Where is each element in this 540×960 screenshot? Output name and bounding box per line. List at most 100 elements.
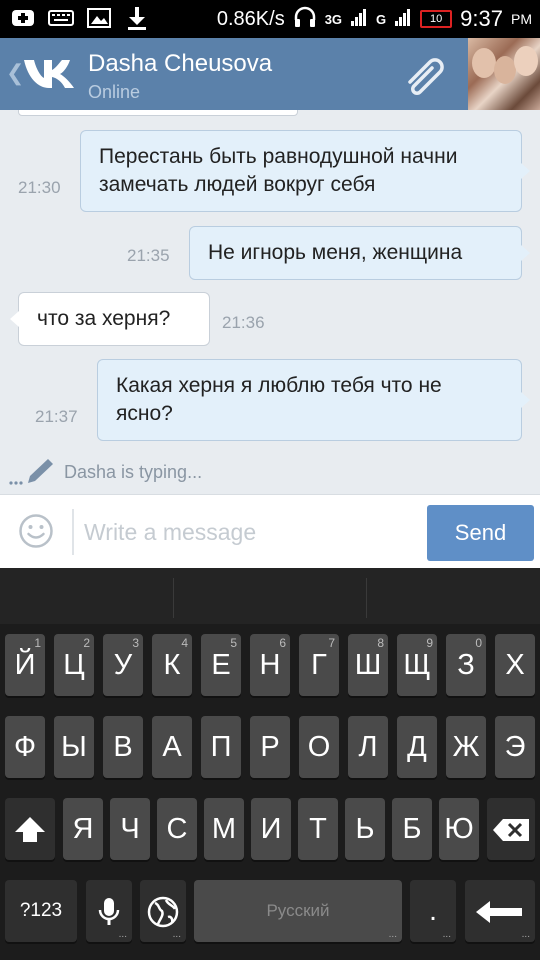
key[interactable]: О [299,716,339,778]
symbols-key[interactable]: ?123 [5,880,77,942]
typing-text: Dasha is typing... [64,461,203,482]
key[interactable]: Б [392,798,432,860]
contact-avatar[interactable] [468,38,540,110]
previous-message-edge [18,110,298,116]
keyboard-icon [48,6,74,30]
message-input[interactable] [84,509,414,555]
key[interactable]: Э [495,716,535,778]
more-options-dots: ... [172,929,181,940]
key-label: Х [505,649,525,681]
battery-icon: 10 [420,10,453,28]
microphone-icon [98,898,120,926]
suggestion-divider [366,578,367,618]
message-time: 21:36 [222,313,265,332]
network-3g-label: 3G [324,11,343,27]
voice-input-key[interactable]: ... [86,880,132,942]
composer-divider [72,509,74,555]
network-speed: 0.86K/s [216,7,285,30]
key[interactable]: Ц2 [54,634,94,696]
key[interactable]: Е5 [201,634,241,696]
backspace-key[interactable] [487,798,535,860]
vk-logo-icon[interactable] [22,54,78,94]
network-g-label: G [376,11,387,27]
more-options-dots: ... [442,929,451,940]
signal-icon-1 [350,7,368,32]
key[interactable]: Т [298,798,338,860]
key[interactable]: Д [397,716,437,778]
key[interactable]: Л [348,716,388,778]
add-notification-icon [10,6,36,30]
key-label: Г [311,649,327,681]
suggestion-divider [173,578,174,618]
key[interactable]: М [204,798,244,860]
key[interactable]: С [157,798,197,860]
enter-arrow-icon [476,901,522,924]
key[interactable]: Г7 [299,634,339,696]
key-label: Й [14,649,36,681]
key[interactable]: Ю [439,798,479,860]
key[interactable]: П [201,716,241,778]
clock-time: 9:37 [460,6,503,31]
language-key[interactable]: ... [140,880,186,942]
signal-icon-2 [394,7,412,32]
key[interactable]: Ч [110,798,150,860]
outgoing-message-bubble[interactable]: Перестань быть равнодушной начни замечат… [80,130,530,212]
message-composer: Send [0,494,540,568]
key[interactable]: Р [250,716,290,778]
period-key[interactable]: . ... [410,880,456,942]
key[interactable]: З0 [446,634,486,696]
key[interactable]: Ь [345,798,385,860]
more-options-dots: ... [388,929,397,940]
message-list[interactable]: 21:30 Перестань быть равнодушной начни з… [0,110,540,494]
key[interactable]: Ф [5,716,45,778]
download-icon [124,6,150,30]
key[interactable]: К4 [152,634,192,696]
period-key-label: . [428,895,438,927]
enter-key[interactable]: ... [465,880,535,942]
chat-header: ❮ Dasha Cheusova Online [0,38,540,110]
key[interactable]: У3 [103,634,143,696]
key-hint: 3 [132,636,139,650]
key[interactable]: Ж [446,716,486,778]
contact-status: Online [88,82,141,102]
message-time: 21:30 [18,178,61,197]
send-button[interactable]: Send [427,505,534,561]
incoming-message-bubble[interactable]: что за херня? [10,292,210,346]
key-label: Щ [403,649,431,681]
key[interactable]: И [251,798,291,860]
key[interactable]: Я [63,798,103,860]
space-key-label: Русский [266,901,330,920]
key-label: Н [259,649,281,681]
key[interactable]: А [152,716,192,778]
key[interactable]: Х [495,634,535,696]
key-hint: 0 [475,636,482,650]
key-hint: 5 [230,636,237,650]
key-label: Ш [354,649,382,681]
message-time: 21:35 [127,246,170,265]
outgoing-message-bubble[interactable]: Какая херня я люблю тебя что не ясно? [97,359,530,441]
suggestion-strip[interactable] [0,568,540,624]
key-label: Е [211,649,231,681]
space-key[interactable]: Русский ... [194,880,402,942]
paperclip-icon[interactable] [402,52,450,96]
key[interactable]: Щ9 [397,634,437,696]
key[interactable]: Н6 [250,634,290,696]
key-hint: 6 [279,636,286,650]
key[interactable]: Ы [54,716,94,778]
key-hint: 2 [83,636,90,650]
headphones-icon [293,6,317,33]
clock-ampm: PM [511,11,532,27]
key-label: З [457,649,475,681]
outgoing-message-bubble[interactable]: Не игнорь меня, женщина [189,226,530,280]
onscreen-keyboard: Й1 Ц2 У3 К4 Е5 Н6 Г7 Ш8 Щ9 З0 Х Ф Ы В А … [0,568,540,960]
key-label: К [163,649,181,681]
emoji-icon[interactable] [18,513,54,549]
key[interactable]: Й1 [5,634,45,696]
key[interactable]: В [103,716,143,778]
key[interactable]: Ш8 [348,634,388,696]
typing-indicator: Dasha is typing... [8,456,202,488]
shift-icon [15,817,45,843]
key-hint: 4 [181,636,188,650]
contact-name[interactable]: Dasha Cheusova [88,50,272,78]
shift-key[interactable] [5,798,55,860]
